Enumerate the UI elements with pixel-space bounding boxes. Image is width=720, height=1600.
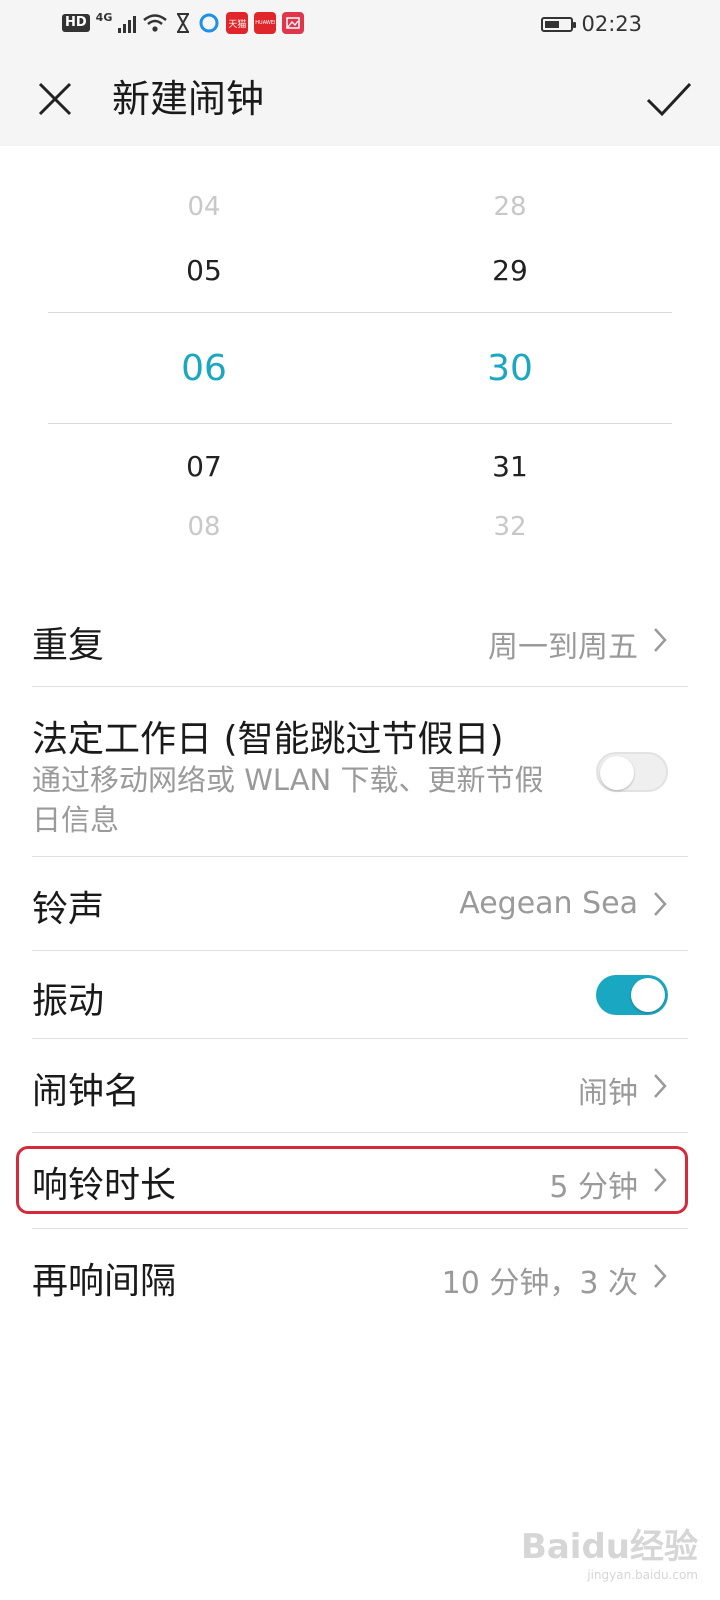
divider (32, 1132, 688, 1133)
ringtone-row[interactable]: 铃声 Aegean Sea (32, 876, 688, 936)
snooze-label: 再响间隔 (32, 1261, 177, 1302)
snooze-value: 10 分钟，3 次 (441, 1266, 638, 1301)
ringtone-value: Aegean Sea (459, 886, 638, 921)
snooze-row[interactable]: 再响间隔 10 分钟，3 次 (32, 1248, 688, 1308)
time-picker[interactable]: 04 05 06 07 08 28 29 30 31 32 (0, 146, 720, 586)
divider (32, 686, 688, 687)
chevron-right-icon (654, 628, 667, 652)
battery-icon (541, 16, 577, 32)
signal-icon (118, 13, 137, 33)
workday-toggle[interactable] (596, 752, 668, 792)
ringtone-label: 铃声 (32, 889, 105, 930)
workday-label: 法定工作日 (智能跳过节假日) (32, 719, 504, 760)
workday-description: 通过移动网络或 WLAN 下载、更新节假日信息 (32, 763, 544, 837)
ring-duration-label: 响铃时长 (32, 1165, 177, 1206)
picker-top-divider (48, 312, 672, 313)
vibrate-label: 振动 (32, 981, 105, 1022)
minute-option[interactable]: 32 (450, 512, 570, 542)
toggle-knob (631, 978, 665, 1012)
hourglass-icon (177, 13, 190, 33)
hour-option[interactable]: 05 (144, 254, 264, 287)
vibrate-row[interactable]: 振动 (32, 968, 688, 1028)
huawei-store-icon: HUAWEI (254, 12, 277, 34)
divider (32, 856, 688, 857)
status-bar: HD 4G 天猫 HUAWEI 02:23 (0, 0, 720, 52)
status-icons-right: 02:23 (541, 12, 642, 36)
alarm-name-label: 闹钟名 (32, 1071, 141, 1112)
page-title: 新建闹钟 (112, 77, 265, 121)
alarm-name-row[interactable]: 闹钟名 闹钟 (32, 1058, 688, 1118)
repeat-label: 重复 (32, 625, 105, 666)
hd-badge: HD (62, 14, 90, 32)
picker-bottom-divider (48, 423, 672, 424)
baidu-watermark: Baidu经验 jingyan.baidu.com (521, 1519, 698, 1582)
hour-option[interactable]: 04 (144, 192, 264, 222)
ring-duration-value: 5 分钟 (549, 1170, 638, 1205)
vibrate-toggle[interactable] (596, 975, 668, 1015)
workday-row[interactable]: 法定工作日 (智能跳过节假日) 通过移动网络或 WLAN 下载、更新节假日信息 (32, 708, 688, 842)
watermark-main: Baidu经验 (520, 1527, 698, 1567)
checkmark-icon[interactable] (642, 74, 696, 124)
divider (32, 950, 688, 951)
repeat-row[interactable]: 重复 周一到周五 (32, 612, 688, 672)
wifi-icon (143, 14, 168, 32)
close-icon[interactable] (30, 74, 80, 124)
repeat-value: 周一到周五 (488, 630, 638, 665)
divider (32, 1038, 688, 1039)
chevron-right-icon (654, 1074, 667, 1098)
status-icons-left: HD 4G 天猫 HUAWEI (62, 10, 305, 34)
gallery-app-icon (282, 12, 305, 34)
chevron-right-icon (654, 892, 667, 916)
alarm-name-value: 闹钟 (578, 1076, 638, 1111)
chevron-right-icon (654, 1264, 667, 1288)
browser-app-icon (199, 13, 219, 33)
watermark-sub: jingyan.baidu.com (587, 1568, 698, 1582)
minute-option[interactable]: 29 (450, 254, 570, 287)
minute-option[interactable]: 28 (450, 192, 570, 222)
selected-minute[interactable]: 30 (450, 348, 570, 389)
minute-option[interactable]: 31 (450, 450, 570, 483)
selected-hour[interactable]: 06 (144, 348, 264, 389)
divider (32, 1228, 688, 1229)
hour-option[interactable]: 08 (144, 512, 264, 542)
ring-duration-row[interactable]: 响铃时长 5 分钟 (32, 1152, 688, 1212)
chevron-right-icon (654, 1168, 667, 1192)
hour-option[interactable]: 07 (144, 450, 264, 483)
status-time: 02:23 (581, 12, 642, 36)
title-bar: 新建闹钟 (0, 52, 720, 146)
network-type-label: 4G (95, 10, 113, 24)
toggle-knob (600, 756, 634, 790)
tmall-app-icon: 天猫 (226, 12, 249, 34)
